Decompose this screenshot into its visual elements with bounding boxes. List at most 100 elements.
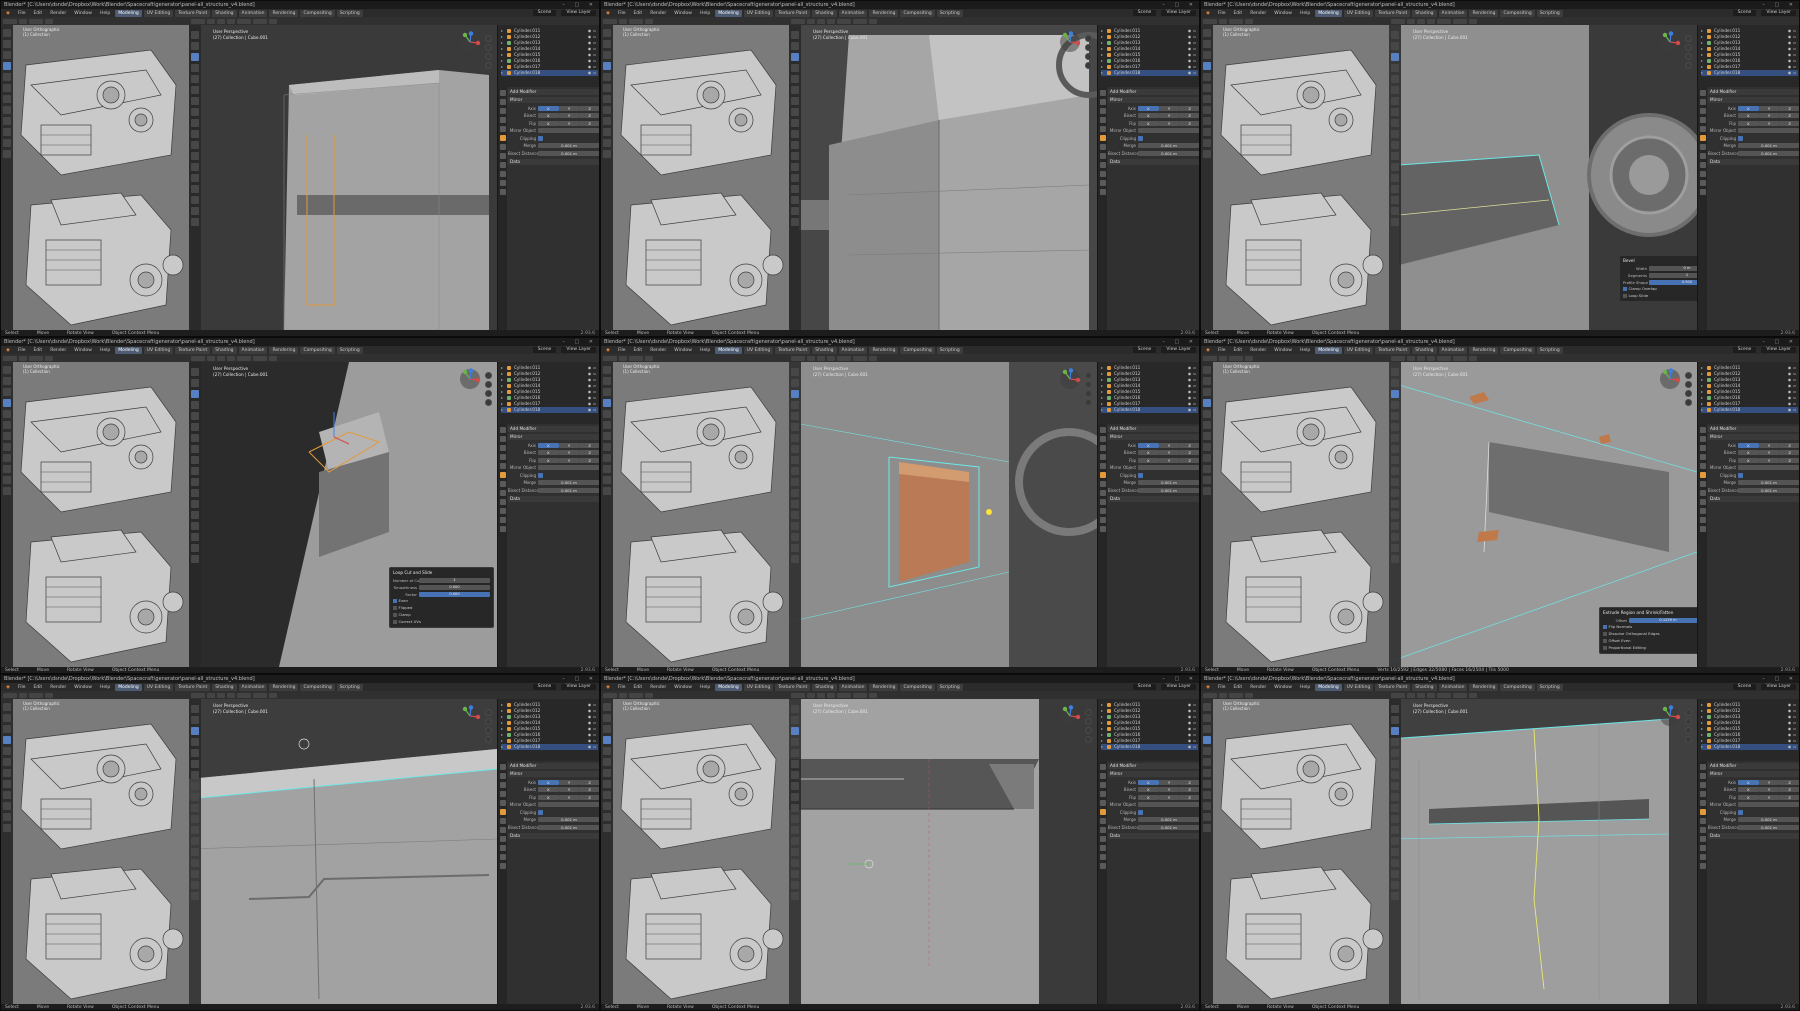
tool-button[interactable] [1391, 185, 1399, 193]
axis-z-toggle[interactable]: Z [579, 105, 599, 111]
view-menu[interactable] [1407, 18, 1415, 24]
flip-x-toggle[interactable]: X [538, 457, 559, 463]
add-menu[interactable] [1427, 355, 1435, 361]
window-controls[interactable]: – □ ✕ [1162, 338, 1197, 346]
tool-button[interactable] [603, 791, 611, 799]
tool-button[interactable] [1203, 802, 1211, 810]
menu-item[interactable]: Window [671, 347, 695, 354]
operator-field[interactable]: 0.500 [1649, 279, 1697, 285]
tool-button[interactable] [1391, 881, 1399, 889]
expand-arrow-icon[interactable]: ▸ [1101, 408, 1105, 412]
tool-button[interactable] [3, 703, 11, 711]
bisect-x-toggle[interactable]: X [1138, 113, 1159, 118]
tool-button[interactable] [1391, 119, 1399, 127]
mesh-menu[interactable] [837, 18, 851, 24]
tool-button[interactable] [3, 29, 11, 37]
properties-tab-icon[interactable] [1699, 773, 1706, 779]
properties-tab-icon[interactable] [499, 764, 506, 770]
bisect-distance-field[interactable]: 0.001 m [1138, 487, 1199, 493]
tool-button[interactable] [1391, 368, 1399, 376]
properties-tab-icon[interactable] [1099, 490, 1106, 496]
window-controls[interactable]: – □ ✕ [1162, 675, 1197, 683]
menu-item[interactable]: Help [97, 10, 113, 17]
properties-tab-icon[interactable] [499, 463, 506, 469]
properties-tab-icon[interactable] [1699, 845, 1706, 851]
properties-tab-icon[interactable] [1099, 189, 1106, 195]
menu-item[interactable]: File [15, 684, 29, 691]
menu-item[interactable]: File [15, 10, 29, 17]
reference-viewport[interactable]: User Orthographic (1) Collection [601, 362, 789, 667]
pan-hand-icon[interactable] [1085, 718, 1092, 725]
properties-tab-icon[interactable] [1099, 436, 1106, 442]
tool-button[interactable] [191, 97, 199, 105]
add-modifier-button[interactable]: Add Modifier [1708, 89, 1799, 95]
workspace-tab[interactable]: UV Editing [1343, 9, 1374, 17]
workspace-tab[interactable]: UV Editing [743, 683, 774, 691]
properties-tab-icon[interactable] [499, 809, 506, 815]
tool-button[interactable] [3, 51, 11, 59]
header-button[interactable] [29, 355, 43, 361]
mirror-object-field[interactable] [1138, 465, 1199, 470]
operator-field[interactable]: 0.000 [419, 584, 490, 590]
axis-z-toggle[interactable]: Z [579, 779, 599, 785]
zoom-icon[interactable] [485, 35, 492, 42]
tool-button[interactable] [1391, 489, 1399, 497]
workspace-tab[interactable]: Texture Paint [775, 346, 811, 354]
bisect-y-toggle[interactable]: Y [558, 787, 580, 792]
tool-button[interactable] [1391, 390, 1399, 398]
zoom-icon[interactable] [1685, 35, 1692, 42]
header-button[interactable] [19, 18, 27, 24]
navigation-gizmo-icon[interactable] [459, 31, 481, 53]
expand-arrow-icon[interactable]: ▸ [1701, 721, 1705, 725]
tool-button[interactable] [1391, 207, 1399, 215]
expand-arrow-icon[interactable]: ▸ [1701, 372, 1705, 376]
tool-button[interactable] [191, 207, 199, 215]
menu-item[interactable]: File [615, 684, 629, 691]
tool-button[interactable] [603, 736, 611, 744]
menu-item[interactable]: Window [1271, 684, 1295, 691]
header-button[interactable] [629, 18, 643, 24]
flip-y-toggle[interactable]: Y [558, 120, 580, 126]
camera-icon[interactable] [1685, 390, 1692, 397]
tool-button[interactable] [1391, 749, 1399, 757]
properties-tab-icon[interactable] [1699, 517, 1706, 523]
snap-toggle[interactable] [269, 18, 277, 24]
tool-button[interactable] [1203, 139, 1211, 147]
tool-button[interactable] [191, 434, 199, 442]
tool-button[interactable] [1391, 42, 1399, 50]
header-button[interactable] [645, 355, 653, 361]
tool-button[interactable] [1391, 218, 1399, 226]
tool-button[interactable] [791, 390, 799, 398]
mode-selector[interactable] [791, 18, 805, 24]
tool-button[interactable] [191, 727, 199, 735]
properties-tab-icon[interactable] [1099, 90, 1106, 96]
mode-selector[interactable] [1391, 692, 1405, 698]
tool-button[interactable] [791, 749, 799, 757]
header-button[interactable] [1245, 692, 1253, 698]
workspace-tab[interactable]: Shading [212, 683, 237, 691]
tool-button[interactable] [603, 824, 611, 832]
tool-button[interactable] [3, 780, 11, 788]
snap-toggle[interactable] [269, 355, 277, 361]
tool-button[interactable] [791, 141, 799, 149]
tool-button[interactable] [191, 500, 199, 508]
expand-arrow-icon[interactable]: ▸ [1701, 29, 1705, 33]
tool-button[interactable] [791, 31, 799, 39]
bisect-z-toggle[interactable]: Z [1779, 787, 1799, 792]
properties-tab-icon[interactable] [1099, 427, 1106, 433]
tool-button[interactable] [3, 813, 11, 821]
grid-icon[interactable] [1085, 736, 1092, 743]
blender-logo-icon[interactable]: ◉ [603, 684, 613, 691]
tool-button[interactable] [191, 86, 199, 94]
add-modifier-button[interactable]: Add Modifier [508, 89, 599, 95]
expand-arrow-icon[interactable]: ▸ [1101, 396, 1105, 400]
properties-tab-icon[interactable] [1099, 818, 1106, 824]
outliner-item[interactable]: ▸ Cylinder.018 ◉▫ [1101, 407, 1198, 413]
blender-logo-icon[interactable]: ◉ [1203, 684, 1213, 691]
properties-tab-icon[interactable] [1699, 836, 1706, 842]
tool-button[interactable] [3, 106, 11, 114]
tool-button[interactable] [791, 368, 799, 376]
tool-button[interactable] [791, 848, 799, 856]
expand-arrow-icon[interactable]: ▸ [1701, 390, 1705, 394]
workspace-tab[interactable]: Compositing [900, 683, 935, 691]
